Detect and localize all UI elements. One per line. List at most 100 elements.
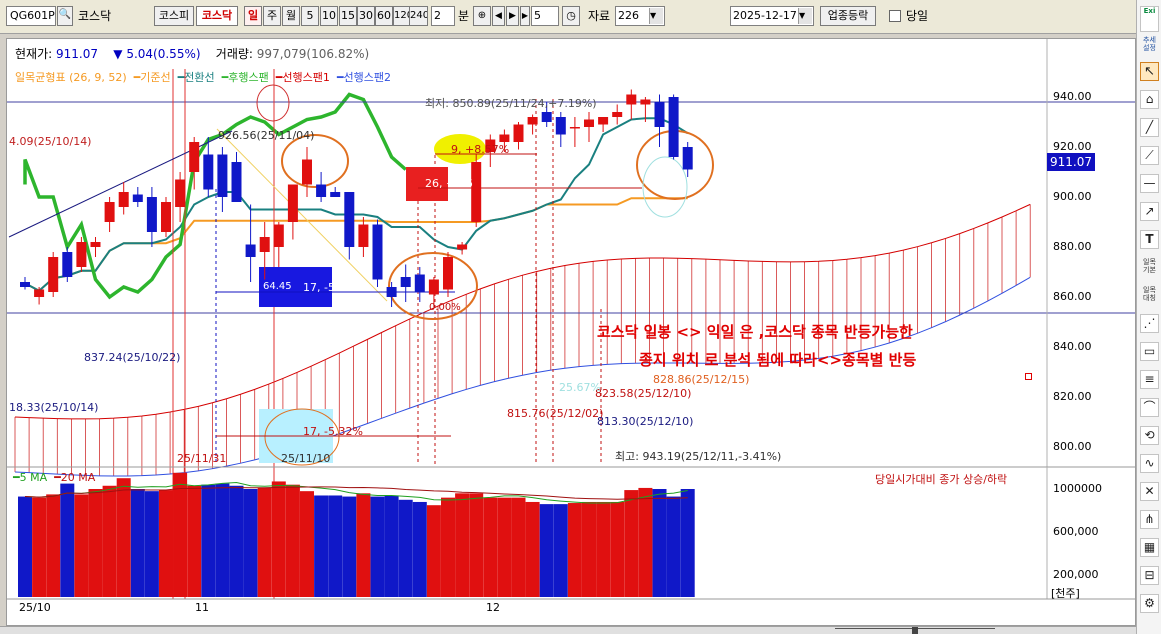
volume-bar: [187, 485, 202, 597]
candle-body: [513, 124, 524, 142]
period-day-button[interactable]: 일: [244, 6, 262, 26]
clock-icon[interactable]: ◷: [562, 6, 580, 26]
date-select[interactable]: 2025-12-17 ▼: [730, 6, 814, 26]
candle-body: [457, 244, 468, 250]
volume-tick-label: 1000000: [1053, 482, 1102, 495]
fibo-icon[interactable]: ≡: [1140, 370, 1159, 389]
horizontal-line-icon[interactable]: —: [1140, 174, 1159, 193]
period-week-button[interactable]: 주: [263, 6, 281, 26]
wave-icon[interactable]: ∿: [1140, 454, 1159, 473]
volume-bar: [32, 497, 47, 597]
ruler-icon[interactable]: ⊟: [1140, 566, 1159, 585]
candle-body: [471, 162, 482, 222]
step-input[interactable]: 5: [531, 6, 559, 26]
period-10-button[interactable]: 10: [320, 6, 338, 26]
candle-body: [569, 127, 580, 129]
pitchfork-icon[interactable]: ⋔: [1140, 510, 1159, 529]
trendline-icon[interactable]: ⟋: [1140, 146, 1159, 165]
ichimoku-basic-text: 일목 기본: [1143, 258, 1156, 274]
candle-body: [62, 252, 73, 277]
candle-body: [146, 197, 157, 232]
zero-pct-label: 0.00%: [429, 302, 461, 313]
price-tick-label: 920.00: [1053, 140, 1092, 153]
candle-body: [287, 184, 298, 222]
note4: 813.30(25/12/10): [597, 415, 694, 428]
chart-area[interactable]: 현재가: 911.07 ▼ 5.04(0.55%) 거래량: 997,079(1…: [6, 38, 1136, 626]
ichimoku-compare-text: 일목 대칭: [1143, 286, 1156, 302]
low-date1: 25/11/31: [177, 452, 227, 465]
sector-rank-button[interactable]: 업종등락: [820, 6, 876, 26]
price-tick-label: 880.00: [1053, 240, 1092, 253]
volume-tick-label: 200,000: [1053, 568, 1099, 582]
kospi-button[interactable]: 코스피: [154, 6, 194, 26]
volume-bar: [624, 490, 639, 597]
period-30-button[interactable]: 30: [357, 6, 375, 26]
low1-annotation: 837.24(25/10/22): [84, 351, 181, 364]
candlestick-chart[interactable]: [7, 39, 1135, 625]
eraser-icon[interactable]: ⌂: [1140, 90, 1159, 109]
channel-icon[interactable]: ▭: [1140, 342, 1159, 361]
export-icon[interactable]: Exi: [1140, 6, 1159, 32]
cycle-icon[interactable]: ⟲: [1140, 426, 1159, 445]
data-count-value: 226: [618, 9, 639, 22]
left-top-annotation: 4.09(25/10/14): [9, 135, 92, 148]
price-tick-label: 940.00: [1053, 90, 1092, 103]
period-15-button[interactable]: 15: [339, 6, 357, 26]
volume-legend: ━5 MA ━20 MA: [13, 471, 95, 484]
ray-icon[interactable]: ↗: [1140, 202, 1159, 221]
today-checkbox[interactable]: [889, 10, 901, 22]
gann-icon[interactable]: ✕: [1140, 482, 1159, 501]
candle-body: [20, 282, 30, 287]
chevron-down-icon: ▼: [798, 8, 812, 24]
candle-body: [90, 242, 101, 247]
period-240-button[interactable]: 240: [409, 6, 428, 26]
next-arrow-icon[interactable]: ▶: [506, 6, 519, 26]
candle-body: [175, 179, 186, 207]
candle-body: [527, 117, 538, 125]
settings-icon[interactable]: ⚙: [1140, 594, 1159, 613]
volume-bar: [384, 495, 399, 597]
arc-icon[interactable]: ⌒: [1140, 398, 1159, 417]
x-label-oct: 25/10: [19, 601, 51, 614]
fan-icon[interactable]: ⋰: [1140, 314, 1159, 333]
high-annotation: 최고: 943.19(25/12/11,-3.41%): [615, 450, 782, 463]
period-month-button[interactable]: 월: [282, 6, 300, 26]
candle-body: [386, 287, 397, 297]
volume-bar: [398, 499, 413, 597]
candle-body: [245, 244, 256, 257]
candle-body: [189, 142, 200, 172]
minute-input[interactable]: 2: [431, 6, 455, 26]
low2-annotation: 18.33(25/10/14): [9, 401, 99, 414]
grid-icon[interactable]: ▦: [1140, 538, 1159, 557]
volume-bar: [638, 487, 653, 597]
note5: 25.67%: [559, 381, 601, 394]
kosdaq-button[interactable]: 코스닥: [196, 6, 238, 26]
stock-code-input[interactable]: QG601P: [6, 6, 56, 26]
text-tool-icon[interactable]: T: [1140, 230, 1159, 249]
end-arrow-icon[interactable]: ▶: [520, 6, 530, 26]
top-toolbar: QG601P 🔍 코스닥 코스피 코스닥 일 주 월 5 10 15 30 60…: [0, 0, 1136, 34]
period-60-button[interactable]: 60: [375, 6, 393, 26]
data-count-select[interactable]: 226 ▼: [615, 6, 665, 26]
box1-label: 9, +8.57%: [451, 143, 510, 156]
comment-line1: 코스닥 일봉 <> 익일 은 ,코스닥 종목 반등가능한: [597, 323, 913, 341]
candle-body: [668, 97, 679, 157]
zoom-slider-thumb[interactable]: [912, 627, 918, 634]
ma20-label: 20 MA: [60, 471, 96, 484]
volume-bar: [610, 501, 625, 597]
candle-body: [259, 237, 270, 252]
prev-arrow-icon[interactable]: ◀: [492, 6, 505, 26]
zoom-icon[interactable]: ⊕: [473, 6, 491, 26]
volume-bar: [455, 493, 470, 597]
candle-body: [372, 224, 383, 280]
comment-handle[interactable]: [1025, 373, 1032, 380]
panel-hint-text: 추세 설정: [1143, 36, 1156, 52]
volume-bar: [88, 489, 103, 597]
line-tool-icon[interactable]: ╱: [1140, 118, 1159, 137]
low-date2: 25/11/10: [281, 452, 331, 465]
volume-bar: [328, 495, 343, 597]
search-icon[interactable]: 🔍: [57, 6, 73, 26]
period-5-button[interactable]: 5: [301, 6, 319, 26]
date-value: 2025-12-17: [733, 9, 797, 22]
cursor-icon[interactable]: ↖: [1140, 62, 1159, 81]
